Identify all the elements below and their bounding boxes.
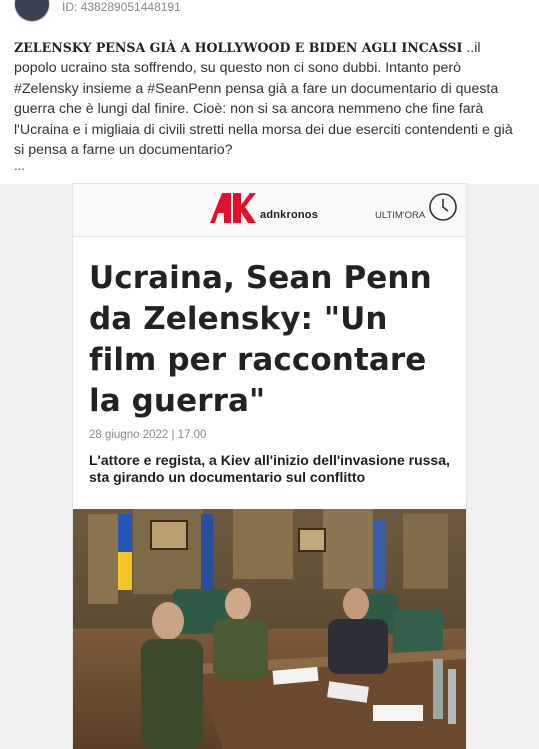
post-text: ZELENSKY PENSA GIÀ A HOLLYWOOD E BIDEN A… <box>14 38 524 160</box>
ultimora-label: ULTIM'ORA <box>375 210 426 221</box>
article-screenshot: adnkronos ULTIM'ORA Ucraina, Sean Penn d… <box>73 184 466 749</box>
article-subtitle: L'attore e regista, a Kiev all'inizio de… <box>89 452 450 485</box>
clock-icon <box>429 193 457 221</box>
article-date: 28 giugno 2022 | 17.00 <box>89 429 207 441</box>
avatar[interactable] <box>14 0 50 22</box>
article-header: adnkronos ULTIM'ORA <box>73 184 466 237</box>
post-id: ID: 438289051448191 <box>62 0 181 14</box>
post-headline: ZELENSKY PENSA GIÀ A HOLLYWOOD E BIDEN A… <box>14 40 463 55</box>
post-body: ..il popolo ucraino sta soffrendo, su qu… <box>14 40 513 159</box>
adnkronos-logo-text: adnkronos <box>260 209 319 221</box>
see-more-ellipsis[interactable]: ... <box>14 158 25 173</box>
article-title: Ucraina, Sean Penn da Zelensky: "Un film… <box>89 260 432 419</box>
adnkronos-logo-icon <box>210 193 256 223</box>
post-card: ID: 438289051448191 ZELENSKY PENSA GIÀ A… <box>0 0 539 749</box>
news-photo <box>73 509 466 749</box>
post-image[interactable]: adnkronos ULTIM'ORA Ucraina, Sean Penn d… <box>0 184 539 749</box>
